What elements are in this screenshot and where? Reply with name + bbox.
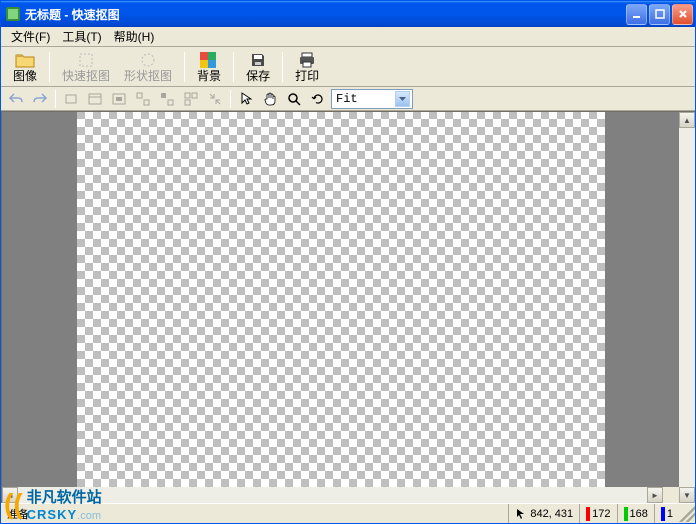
undo-button[interactable]: [5, 88, 27, 110]
separator: [49, 52, 50, 82]
separator: [55, 90, 56, 108]
refresh-icon: [311, 92, 325, 106]
dropdown-icon: [395, 91, 410, 107]
green-value: 168: [630, 508, 648, 520]
canvas-viewport[interactable]: [2, 112, 679, 487]
status-ready: 准备: [1, 504, 509, 523]
status-coords: 842, 431: [509, 504, 580, 523]
status-bar: 准备 842, 431 172 168 1: [1, 503, 695, 523]
menu-tools[interactable]: 工具(T): [56, 26, 107, 47]
quick-cutout-button[interactable]: 快速抠图: [56, 49, 116, 85]
tool-button-5[interactable]: [156, 88, 178, 110]
status-ready-text: 准备: [7, 506, 29, 522]
scroll-track[interactable]: [679, 128, 695, 487]
hand-icon: [263, 92, 277, 106]
fit-icon: [112, 92, 126, 106]
blue-value: 1: [667, 508, 673, 520]
image-button[interactable]: 图像: [7, 49, 43, 85]
grid-icon: [184, 92, 198, 106]
resize-grip[interactable]: [679, 506, 695, 522]
scroll-down-button[interactable]: ▼: [679, 487, 695, 503]
print-button[interactable]: 打印: [289, 49, 325, 85]
application-window: 无标题 - 快速抠图 文件(F) 工具(T) 帮助(H) 图像: [0, 0, 696, 524]
status-green: 168: [618, 504, 655, 523]
cursor-icon: [515, 508, 527, 520]
menu-bar: 文件(F) 工具(T) 帮助(H): [1, 27, 695, 47]
status-red: 172: [580, 504, 617, 523]
work-area: ◄ ► ▲ ▼: [1, 111, 695, 503]
scroll-left-button[interactable]: ◄: [2, 487, 18, 503]
window-title: 无标题 - 快速抠图: [25, 6, 626, 23]
menu-help[interactable]: 帮助(H): [108, 26, 161, 47]
print-label: 打印: [295, 70, 319, 82]
magnifier-icon: [287, 92, 301, 106]
scroll-up-button[interactable]: ▲: [679, 112, 695, 128]
scroll-corner: [663, 487, 679, 503]
vertical-scrollbar[interactable]: ▲ ▼: [679, 112, 695, 503]
canvas[interactable]: [77, 112, 605, 487]
shape-cutout-icon: [140, 51, 156, 69]
zoom-tool[interactable]: [283, 88, 305, 110]
quick-cutout-label: 快速抠图: [62, 70, 110, 82]
folder-icon: [15, 51, 35, 69]
print-icon: [298, 51, 316, 69]
separator: [184, 52, 185, 82]
arrange-icon: [136, 92, 150, 106]
scroll-right-button[interactable]: ►: [647, 487, 663, 503]
rect-icon: [64, 92, 78, 106]
green-swatch: [624, 507, 628, 521]
swap-icon: [160, 92, 174, 106]
close-button[interactable]: [672, 4, 693, 25]
tool-button-7[interactable]: [204, 88, 226, 110]
hand-tool[interactable]: [259, 88, 281, 110]
red-swatch: [586, 507, 590, 521]
maximize-button[interactable]: [649, 4, 670, 25]
app-icon: [5, 6, 21, 22]
zoom-select[interactable]: Fit: [331, 89, 413, 109]
status-blue: 1: [655, 504, 679, 523]
quick-cutout-icon: [78, 51, 94, 69]
secondary-toolbar: Fit: [1, 87, 695, 111]
shape-cutout-label: 形状抠图: [124, 70, 172, 82]
shape-cutout-button[interactable]: 形状抠图: [118, 49, 178, 85]
background-icon: [200, 51, 218, 69]
separator: [230, 90, 231, 108]
refresh-button[interactable]: [307, 88, 329, 110]
scroll-track[interactable]: [18, 487, 647, 503]
save-label: 保存: [246, 70, 270, 82]
tool-button-4[interactable]: [132, 88, 154, 110]
save-button[interactable]: 保存: [240, 49, 276, 85]
redo-button[interactable]: [29, 88, 51, 110]
tool-button-6[interactable]: [180, 88, 202, 110]
menu-file[interactable]: 文件(F): [5, 26, 56, 47]
tool-button-3[interactable]: [108, 88, 130, 110]
background-button[interactable]: 背景: [191, 49, 227, 85]
shrink-icon: [208, 92, 222, 106]
blue-swatch: [661, 507, 665, 521]
pointer-icon: [240, 92, 252, 106]
background-label: 背景: [197, 70, 221, 82]
save-icon: [250, 51, 266, 69]
coords-text: 842, 431: [530, 508, 573, 520]
tool-button-1[interactable]: [60, 88, 82, 110]
pointer-tool[interactable]: [235, 88, 257, 110]
title-bar: 无标题 - 快速抠图: [1, 1, 695, 27]
separator: [282, 52, 283, 82]
undo-icon: [8, 92, 24, 106]
zoom-value: Fit: [336, 92, 358, 106]
image-label: 图像: [13, 70, 37, 82]
red-value: 172: [592, 508, 610, 520]
main-toolbar: 图像 快速抠图 形状抠图 背景 保存: [1, 47, 695, 87]
horizontal-scrollbar[interactable]: ◄ ►: [2, 487, 663, 503]
view-icon: [88, 92, 102, 106]
minimize-button[interactable]: [626, 4, 647, 25]
tool-button-2[interactable]: [84, 88, 106, 110]
redo-icon: [32, 92, 48, 106]
separator: [233, 52, 234, 82]
